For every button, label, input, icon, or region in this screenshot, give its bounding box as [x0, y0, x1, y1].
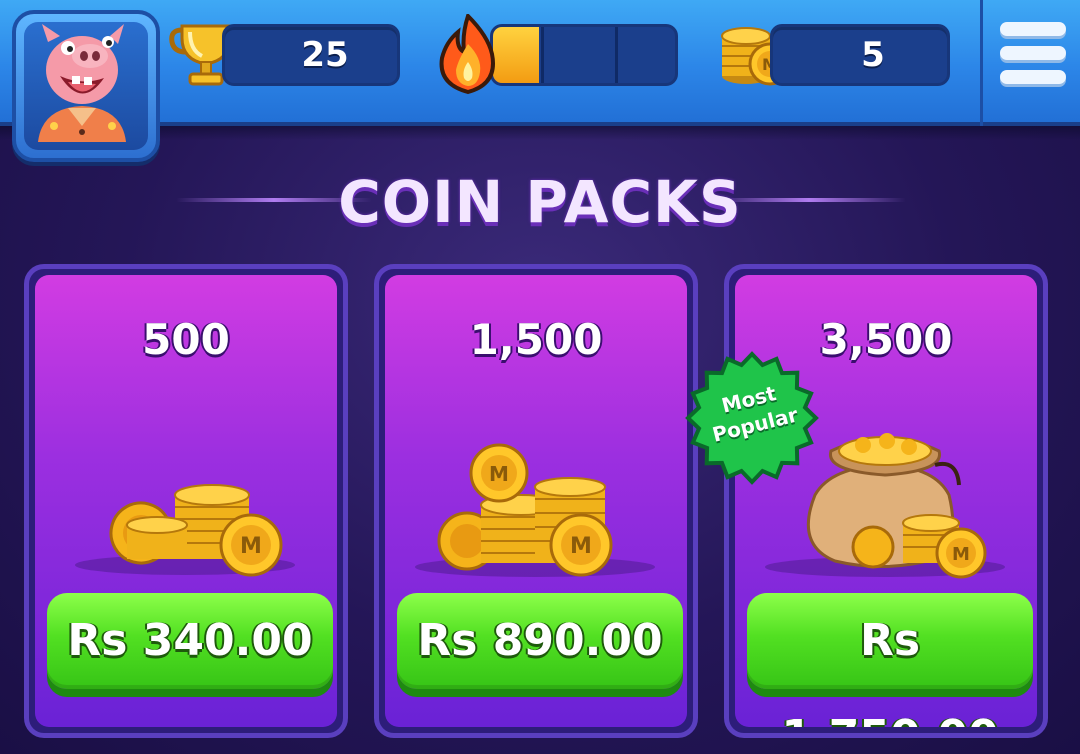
menu-button[interactable] [998, 20, 1068, 90]
buy-pack-button[interactable]: Rs 890.00 [397, 593, 683, 689]
streak-divider [615, 27, 618, 83]
coin-pack-card: 3,500 M Rs 1,750.00 [724, 264, 1048, 738]
trophy-count-pill: 25 [222, 24, 400, 86]
top-bar-shadow [0, 126, 1080, 140]
menu-divider [980, 0, 983, 126]
coin-pack-card-body: 3,500 M Rs 1,750.00 [735, 275, 1037, 727]
coin-pack-card: 1,500 M M Rs 890.00 [374, 264, 698, 738]
coin-pack-amount: 1,500 [469, 315, 603, 364]
buy-pack-button[interactable]: Rs 340.00 [47, 593, 333, 689]
buy-pack-button[interactable]: Rs 1,750.00 [747, 593, 1033, 727]
streak-divider [541, 27, 544, 83]
coin-pack-amount: 500 [142, 315, 230, 364]
streak-progress-bar [490, 24, 678, 86]
avatar [24, 22, 148, 150]
page-title: COIN PACKS [338, 168, 742, 236]
coin-count-pill: 5 [770, 24, 950, 86]
svg-text:M: M [570, 534, 592, 559]
pig-avatar-icon [38, 24, 126, 142]
player-avatar-button[interactable] [12, 10, 160, 162]
trophy-count: 25 [301, 35, 349, 75]
coin-pile-icon: M [75, 484, 295, 577]
coin-count: 5 [861, 35, 885, 75]
svg-text:M: M [240, 534, 262, 559]
coin-pack-card-body: 500 M Rs 340.00 [35, 275, 337, 727]
coin-pack-card-body: 1,500 M M Rs 890.00 [385, 275, 687, 727]
svg-text:M: M [489, 462, 509, 486]
most-popular-badge: Most Popular [682, 348, 822, 488]
coin-pack-card: 500 M Rs 340.00 [24, 264, 348, 738]
coin-pile-icon: M M [415, 443, 655, 577]
svg-text:M: M [952, 544, 970, 565]
menu-icon [1000, 22, 1066, 36]
flame-icon [439, 14, 495, 95]
menu-icon-line [1000, 46, 1066, 60]
menu-icon-line [1000, 70, 1066, 84]
